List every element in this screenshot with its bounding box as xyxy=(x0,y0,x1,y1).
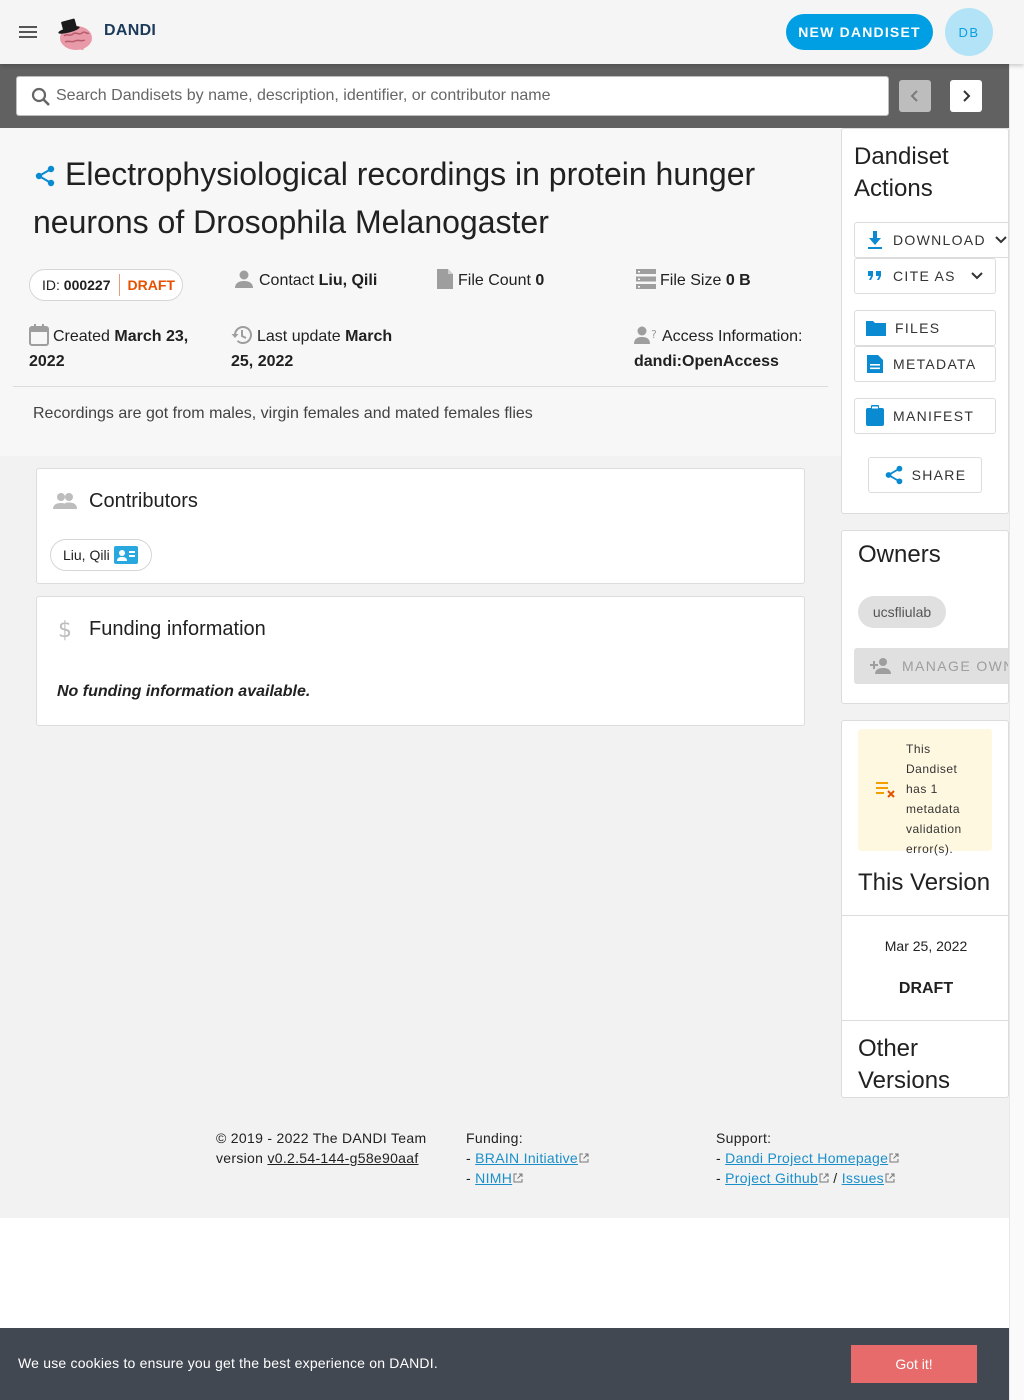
footer-funding-col: Funding: - BRAIN Initiative - NIMH xyxy=(466,1128,589,1188)
scrollbar[interactable] xyxy=(1009,64,1024,1400)
document-icon xyxy=(865,354,885,374)
external-link-icon xyxy=(579,1153,589,1163)
chevron-down-icon xyxy=(994,233,1008,247)
access-info: ? Access Information: dandi:OpenAccess xyxy=(634,324,824,374)
last-update: Last update March 25, 2022 xyxy=(231,324,411,374)
accept-cookies-button[interactable]: Got it! xyxy=(851,1345,977,1383)
share-icon xyxy=(884,465,904,485)
divider xyxy=(13,386,828,387)
contributor-chip[interactable]: Liu, Qili xyxy=(50,539,152,571)
svg-text:?: ? xyxy=(651,328,657,341)
external-link-icon xyxy=(885,1173,895,1183)
contributors-title: Contributors xyxy=(89,490,198,512)
storage-icon xyxy=(636,268,656,290)
external-link-icon xyxy=(513,1173,523,1183)
funding-panel: $ Funding information No funding informa… xyxy=(36,596,805,726)
app-bar: DANDI NEW DANDISET DB xyxy=(0,0,1024,64)
file-count: File Count 0 xyxy=(436,268,544,293)
files-button[interactable]: FILES xyxy=(854,310,996,346)
user-avatar[interactable]: DB xyxy=(945,8,993,56)
manifest-button[interactable]: MANIFEST xyxy=(854,398,996,434)
cookie-banner: We use cookies to ensure you get the bes… xyxy=(0,1328,1009,1400)
project-github-link[interactable]: Project Github xyxy=(725,1170,818,1186)
cookie-text: We use cookies to ensure you get the bes… xyxy=(18,1355,438,1371)
metadata-button[interactable]: METADATA xyxy=(854,346,996,382)
dandiset-description: Recordings are got from males, virgin fe… xyxy=(33,405,533,422)
funding-title: Funding information xyxy=(89,618,266,640)
contact-name: Liu, Qili xyxy=(318,272,378,289)
project-homepage-link[interactable]: Dandi Project Homepage xyxy=(725,1150,888,1166)
contributors-panel: Contributors Liu, Qili xyxy=(36,468,805,584)
search-bar xyxy=(0,64,1009,128)
folder-icon xyxy=(865,318,887,338)
file-size: File Size 0 B xyxy=(636,268,751,293)
dollar-icon: $ xyxy=(53,617,77,641)
actions-title: Dandiset Actions xyxy=(854,143,949,202)
brain-initiative-link[interactable]: BRAIN Initiative xyxy=(475,1150,578,1166)
history-icon xyxy=(231,324,253,346)
validation-warning-text: This Dandiset has 1 metadata validation … xyxy=(906,742,962,856)
contributor-name: Liu, Qili xyxy=(63,547,110,563)
svg-text:$: $ xyxy=(58,618,72,641)
add-person-icon xyxy=(870,657,892,675)
dandiset-id: 000227 xyxy=(63,277,111,293)
id-chip: ID: 000227 DRAFT xyxy=(29,269,183,301)
download-button[interactable]: DOWNLOAD xyxy=(854,222,1008,258)
cite-as-button[interactable]: CITE AS xyxy=(854,258,996,294)
external-link-icon xyxy=(819,1173,829,1183)
status-badge: DRAFT xyxy=(127,277,175,293)
copyright-text: © 2019 - 2022 The DANDI Team xyxy=(216,1130,427,1146)
footer-support-col: Support: - Dandi Project Homepage - Proj… xyxy=(716,1128,899,1188)
footer: © 2019 - 2022 The DANDI Team version v0.… xyxy=(0,1110,1009,1218)
people-icon xyxy=(53,491,77,511)
file-icon xyxy=(436,268,454,290)
version-name[interactable]: DRAFT xyxy=(842,980,1008,998)
download-icon xyxy=(865,230,885,250)
calendar-icon xyxy=(29,324,49,346)
chevron-right-icon xyxy=(963,90,971,102)
previous-dandiset-button[interactable] xyxy=(899,80,931,112)
version-date: Mar 25, 2022 xyxy=(884,938,968,954)
no-funding-message: No funding information available. xyxy=(57,683,311,700)
person-icon xyxy=(233,268,255,290)
external-link-icon xyxy=(889,1153,899,1163)
dandiset-actions-card: Dandiset Actions DOWNLOAD CITE AS FILES M… xyxy=(841,128,1009,514)
id-label: ID: xyxy=(42,277,60,293)
dandiset-title: Electrophysiological recordings in prote… xyxy=(33,156,756,240)
contact-card-icon xyxy=(113,545,138,565)
other-versions-title: Other Versions xyxy=(858,1035,951,1094)
version-card: This Dandiset has 1 metadata validation … xyxy=(841,720,1009,1098)
dandi-logo[interactable] xyxy=(52,10,96,54)
manage-owners-button[interactable]: MANAGE OWNERS xyxy=(854,648,1008,684)
chevron-left-icon xyxy=(910,90,918,102)
this-version-title: This Version xyxy=(858,869,991,896)
contact-info: Contact Liu, Qili xyxy=(233,268,377,293)
search-box[interactable] xyxy=(16,76,889,116)
next-dandiset-button[interactable] xyxy=(950,80,982,112)
chevron-down-icon xyxy=(970,269,984,283)
playlist-remove-icon xyxy=(876,780,898,800)
nimh-link[interactable]: NIMH xyxy=(475,1170,512,1186)
owner-chip[interactable]: ucsfliulab xyxy=(858,596,946,628)
quote-icon xyxy=(865,266,885,286)
issues-link[interactable]: Issues xyxy=(842,1170,884,1186)
version-link[interactable]: v0.2.54-144-g58e90aaf xyxy=(267,1150,418,1166)
created-date: Created March 23, 2022 xyxy=(29,324,209,374)
search-icon xyxy=(29,85,53,109)
search-input[interactable] xyxy=(56,77,876,115)
footer-copyright-col: © 2019 - 2022 The DANDI Team version v0.… xyxy=(216,1130,427,1166)
person-question-icon: ? xyxy=(634,324,658,346)
new-dandiset-button[interactable]: NEW DANDISET xyxy=(786,14,933,50)
owners-card: Owners ucsfliulab MANAGE OWNERS xyxy=(841,530,1009,704)
share-button[interactable]: SHARE xyxy=(868,457,982,493)
clipboard-icon xyxy=(865,405,885,427)
menu-icon[interactable] xyxy=(16,20,40,44)
brand-name[interactable]: DANDI xyxy=(104,22,156,40)
validation-warning[interactable]: This Dandiset has 1 metadata validation … xyxy=(858,729,992,856)
owners-title: Owners xyxy=(858,541,941,568)
